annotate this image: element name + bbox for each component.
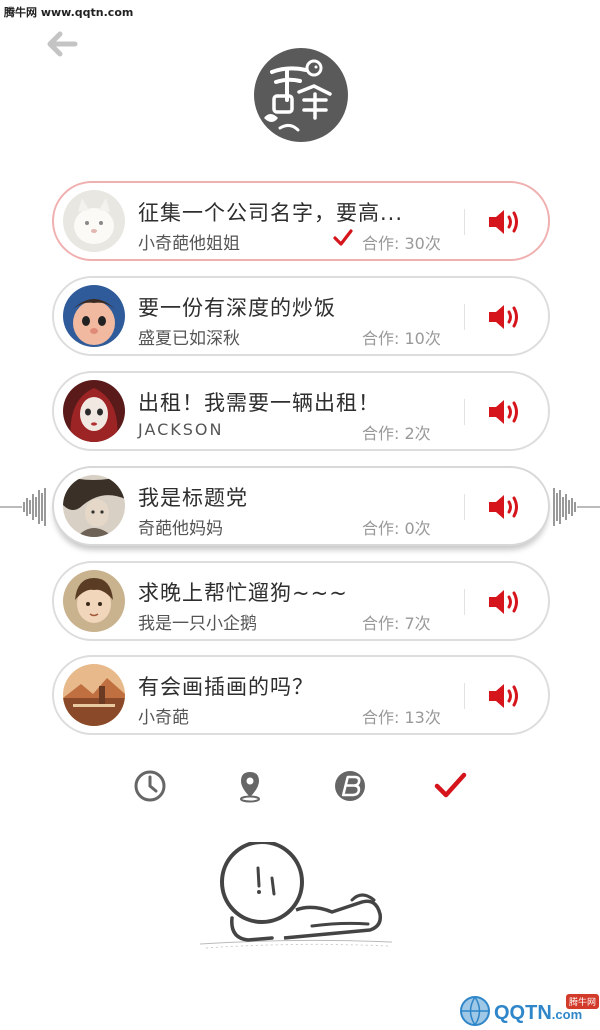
divider [464,209,465,235]
avatar [63,475,125,537]
sound-wave-right [553,488,600,526]
play-audio-button[interactable] [486,586,524,618]
topic-author: 小奇葩 [138,708,189,728]
cooperation-count: 合作: 0次 [362,519,431,538]
cooperation-count: 合作: 13次 [362,708,441,727]
topic-author: JACKSON [138,420,224,439]
tab-recent[interactable] [132,768,168,804]
divider [464,304,465,330]
divider [464,589,465,615]
play-audio-button[interactable] [486,206,524,238]
topic-title: 征集一个公司名字，要高... [138,201,404,225]
topic-card[interactable]: 征集一个公司名字，要高... 小奇葩他姐姐 合作: 30次 [52,181,550,261]
topic-card[interactable]: 出租！我需要一辆出租！ JACKSON 合作: 2次 [52,371,550,451]
speaker-icon [489,305,518,329]
divider [464,494,465,520]
cooperation-count: 合作: 10次 [362,329,441,348]
topic-title: 有会画插画的吗？ [138,675,314,699]
topic-title: 要一份有深度的炒饭 [138,296,336,320]
watermark-bottom: QQTN.com 腾牛网 [456,990,600,1030]
watermark-badge: 腾牛网 [566,994,600,1009]
speaker-icon [489,495,518,519]
speaker-icon [489,210,518,234]
checkmark-icon [333,229,353,246]
topic-card-playing[interactable]: 我是标题党 奇葩他妈妈 合作: 0次 [52,466,550,546]
cooperation-count: 合作: 2次 [362,424,431,443]
location-pin-icon [240,772,260,803]
mascot-illustration [199,842,393,949]
topic-author: 小奇葩他姐姐 [138,234,240,254]
divider [464,683,465,709]
topic-card[interactable]: 求晚上帮忙遛狗~~~ 我是一只小企鹅 合作: 7次 [52,561,550,641]
topic-author: 盛夏已如深秋 [138,329,240,349]
speaker-icon [489,684,518,708]
back-arrow-icon [47,31,78,57]
avatar [63,285,125,347]
topic-title: 出租！我需要一辆出租！ [138,391,380,415]
watermark-top: 腾牛网 www.qqtn.com [4,6,134,19]
clock-icon [134,770,166,802]
cooperation-count: 合作: 7次 [362,614,431,633]
speaker-icon [489,400,518,424]
play-audio-button[interactable] [486,396,524,428]
topic-author: 奇葩他妈妈 [138,519,223,539]
topic-author: 我是一只小企鹅 [138,614,257,634]
globe-icon [460,996,490,1027]
avatar [63,570,125,632]
b-coin-icon [335,771,365,801]
topic-title: 求晚上帮忙遛狗~~~ [138,581,348,605]
topic-card[interactable]: 有会画插画的吗？ 小奇葩 合作: 13次 [52,655,550,735]
divider [464,399,465,425]
tab-nearby[interactable] [232,768,268,804]
cooperation-count: 合作: 30次 [362,234,441,253]
sound-wave-left [0,488,46,526]
topic-title: 我是标题党 [138,486,248,510]
avatar [63,190,125,252]
play-audio-button[interactable] [486,680,524,712]
checkmark-icon [434,772,467,798]
tab-coins[interactable] [332,768,368,804]
back-button[interactable] [46,30,78,58]
play-audio-button[interactable] [486,301,524,333]
tab-done[interactable] [432,768,468,804]
avatar [63,664,125,726]
play-audio-button[interactable] [486,491,524,523]
speaker-icon [489,590,518,614]
app-logo [254,48,348,142]
avatar [63,380,125,442]
topic-card[interactable]: 要一份有深度的炒饭 盛夏已如深秋 合作: 10次 [52,276,550,356]
